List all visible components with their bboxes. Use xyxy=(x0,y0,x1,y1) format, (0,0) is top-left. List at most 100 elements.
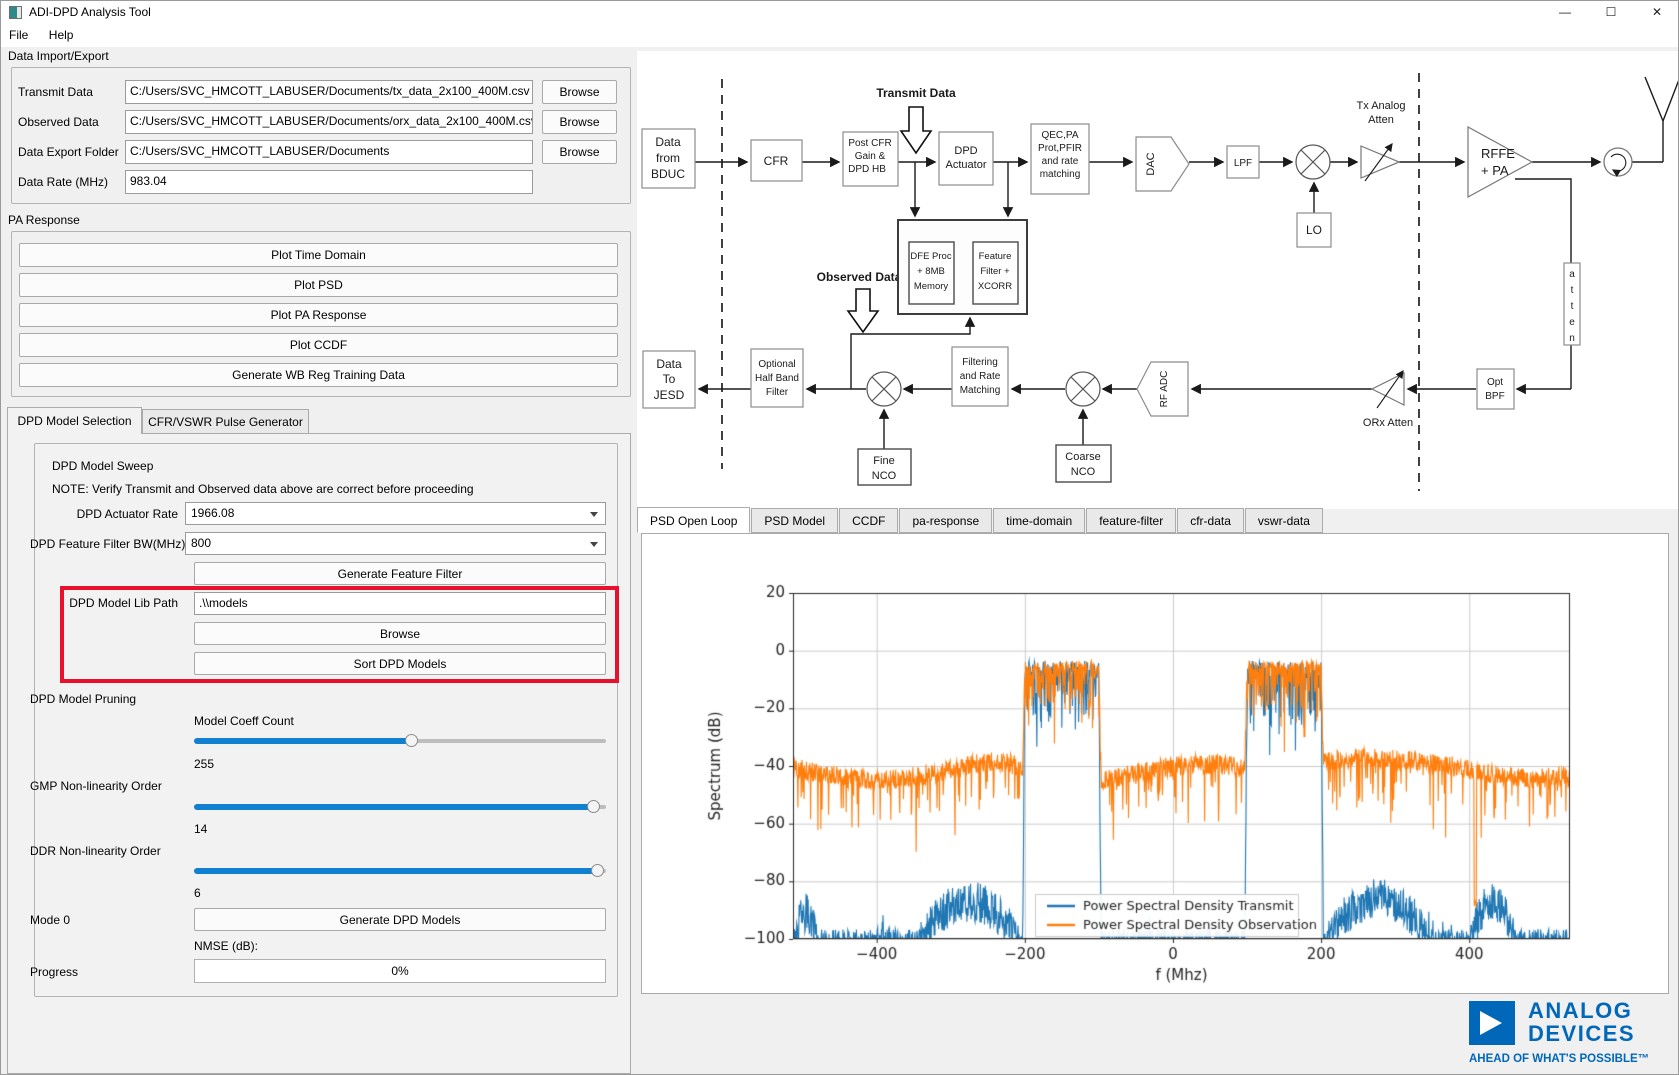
transmit-browse-button[interactable]: Browse xyxy=(542,80,617,104)
svg-text:Memory: Memory xyxy=(914,281,949,292)
plot-psd-button[interactable]: Plot PSD xyxy=(19,273,618,297)
svg-text:Optional: Optional xyxy=(758,359,795,370)
plot-tab-time-domain[interactable]: time-domain xyxy=(993,508,1085,533)
actuator-rate-label: DPD Actuator Rate xyxy=(30,507,178,521)
plot-tab-pa-response[interactable]: pa-response xyxy=(899,508,992,533)
plot-tab-feature-filter[interactable]: feature-filter xyxy=(1086,508,1176,533)
gmp-order-slider[interactable] xyxy=(194,800,606,814)
generate-dpd-models-button[interactable]: Generate DPD Models xyxy=(194,908,606,931)
tx-mixer-icon xyxy=(1296,145,1330,179)
tx-analog-atten: Tx Analog Atten xyxy=(1357,100,1406,181)
section-data-import-export: Data Import/Export xyxy=(8,49,109,63)
svg-text:To: To xyxy=(663,372,676,386)
block-cfr: CFR xyxy=(751,140,802,181)
svg-text:NCO: NCO xyxy=(872,470,897,482)
menu-file[interactable]: File xyxy=(1,24,36,46)
maximize-icon[interactable]: ☐ xyxy=(1588,1,1634,24)
plot-tab-cfr-data[interactable]: cfr-data xyxy=(1177,508,1244,533)
block-dac: DAC xyxy=(1136,137,1189,191)
svg-text:Filtering: Filtering xyxy=(962,357,998,368)
plot-tab-ccdf[interactable]: CCDF xyxy=(839,508,898,533)
svg-text:from: from xyxy=(656,151,680,165)
generate-feature-filter-button[interactable]: Generate Feature Filter xyxy=(194,562,606,585)
sweep-note: NOTE: Verify Transmit and Observed data … xyxy=(52,482,474,496)
observed-browse-button[interactable]: Browse xyxy=(542,110,617,134)
observed-data-field[interactable]: C:/Users/SVC_HMCOTT_LABUSER/Documents/or… xyxy=(125,110,533,134)
svg-text:RF ADC: RF ADC xyxy=(1159,371,1170,408)
svg-text:n: n xyxy=(1569,333,1575,344)
sort-dpd-models-button[interactable]: Sort DPD Models xyxy=(194,652,606,675)
block-filtering: Filtering and Rate Matching xyxy=(952,347,1008,406)
svg-text:CFR: CFR xyxy=(764,154,789,168)
antenna-icon xyxy=(1645,77,1679,162)
transmit-data-field[interactable]: C:/Users/SVC_HMCOTT_LABUSER/Documents/tx… xyxy=(125,80,533,104)
tab-cfr-vswr-generator[interactable]: CFR/VSWR Pulse Generator xyxy=(142,409,309,434)
block-post-cfr: Post CFR Gain & DPD HB xyxy=(843,132,898,186)
svg-text:a: a xyxy=(1569,269,1575,280)
svg-text:Atten: Atten xyxy=(1368,114,1394,126)
svg-text:t: t xyxy=(1571,301,1574,312)
block-rffe-pa: RFFE + PA xyxy=(1468,127,1532,197)
feature-bw-value: 800 xyxy=(191,536,211,550)
svg-text:Post CFR: Post CFR xyxy=(848,138,891,149)
svg-text:RFFE: RFFE xyxy=(1481,146,1515,161)
svg-text:Coarse: Coarse xyxy=(1065,451,1100,463)
plot-ccdf-button[interactable]: Plot CCDF xyxy=(19,333,618,357)
data-rate-field[interactable]: 983.04 xyxy=(125,170,533,194)
svg-text:BDUC: BDUC xyxy=(651,167,685,181)
plot-time-domain-button[interactable]: Plot Time Domain xyxy=(19,243,618,267)
svg-text:Tx Analog: Tx Analog xyxy=(1357,100,1406,112)
lib-path-browse-button[interactable]: Browse xyxy=(194,622,606,645)
app-window: ADI-DPD Analysis Tool — ☐ ✕ File Help Da… xyxy=(0,0,1679,1075)
coeff-count-slider[interactable] xyxy=(194,734,606,748)
plot-tab-psd-open-loop[interactable]: PSD Open Loop xyxy=(637,507,750,533)
plot-tab-psd-model[interactable]: PSD Model xyxy=(751,508,838,533)
ddr-order-value: 6 xyxy=(194,886,201,900)
ddr-order-slider[interactable] xyxy=(194,864,606,878)
nmse-label: NMSE (dB): xyxy=(194,939,258,953)
dpd-model-pruning-title: DPD Model Pruning xyxy=(30,692,136,706)
psd-plot-canvas xyxy=(652,542,1662,988)
svg-text:Observed Data: Observed Data xyxy=(817,270,902,284)
svg-text:LPF: LPF xyxy=(1234,158,1252,169)
close-icon[interactable]: ✕ xyxy=(1634,1,1679,24)
rx-mixer-fine-icon xyxy=(867,372,901,406)
minimize-icon[interactable]: — xyxy=(1542,1,1588,24)
svg-text:DAC: DAC xyxy=(1145,152,1157,175)
signal-chain-diagram: Transmit Data Observed Data Data from BD… xyxy=(637,51,1679,509)
svg-text:Gain &: Gain & xyxy=(855,151,886,162)
block-lpf: LPF xyxy=(1227,146,1259,178)
transmit-data-label: Transmit Data xyxy=(18,85,93,99)
generate-wb-reg-button[interactable]: Generate WB Reg Training Data xyxy=(19,363,618,387)
lib-path-field[interactable]: .\\models xyxy=(194,592,606,615)
block-atten-vertical: a t t e n xyxy=(1564,263,1580,345)
tab-dpd-model-selection[interactable]: DPD Model Selection xyxy=(7,407,142,434)
export-browse-button[interactable]: Browse xyxy=(542,140,617,164)
feature-bw-combobox[interactable]: 800 xyxy=(185,532,606,555)
slider-handle[interactable] xyxy=(405,734,418,747)
svg-text:DPD: DPD xyxy=(954,145,977,157)
slider-handle[interactable] xyxy=(587,800,600,813)
slider-handle[interactable] xyxy=(591,864,604,877)
svg-text:JESD: JESD xyxy=(654,388,685,402)
circulator-icon xyxy=(1604,148,1632,176)
menu-help[interactable]: Help xyxy=(41,24,82,46)
menu-bar: File Help xyxy=(1,24,1679,47)
gmp-order-value: 14 xyxy=(194,822,207,836)
svg-text:Data: Data xyxy=(656,357,682,371)
dpd-model-sweep-title: DPD Model Sweep xyxy=(52,459,153,473)
plot-pa-response-button[interactable]: Plot PA Response xyxy=(19,303,618,327)
svg-text:+ 8MB: + 8MB xyxy=(917,266,945,277)
svg-text:matching: matching xyxy=(1040,169,1081,180)
data-export-folder-label: Data Export Folder xyxy=(18,145,119,159)
block-data-from-bduc: Data from BDUC xyxy=(642,129,695,188)
svg-text:XCORR: XCORR xyxy=(978,281,1012,292)
svg-text:Matching: Matching xyxy=(960,385,1001,396)
adi-tagline: AHEAD OF WHAT'S POSSIBLE™ xyxy=(1469,1053,1649,1065)
observed-data-label: Observed Data xyxy=(18,115,99,129)
svg-text:Data: Data xyxy=(655,135,681,149)
actuator-rate-combobox[interactable]: 1966.08 xyxy=(185,502,606,525)
plot-tab-vswr-data[interactable]: vswr-data xyxy=(1245,508,1323,533)
data-export-folder-field[interactable]: C:/Users/SVC_HMCOTT_LABUSER/Documents xyxy=(125,140,533,164)
svg-text:Actuator: Actuator xyxy=(946,159,987,171)
